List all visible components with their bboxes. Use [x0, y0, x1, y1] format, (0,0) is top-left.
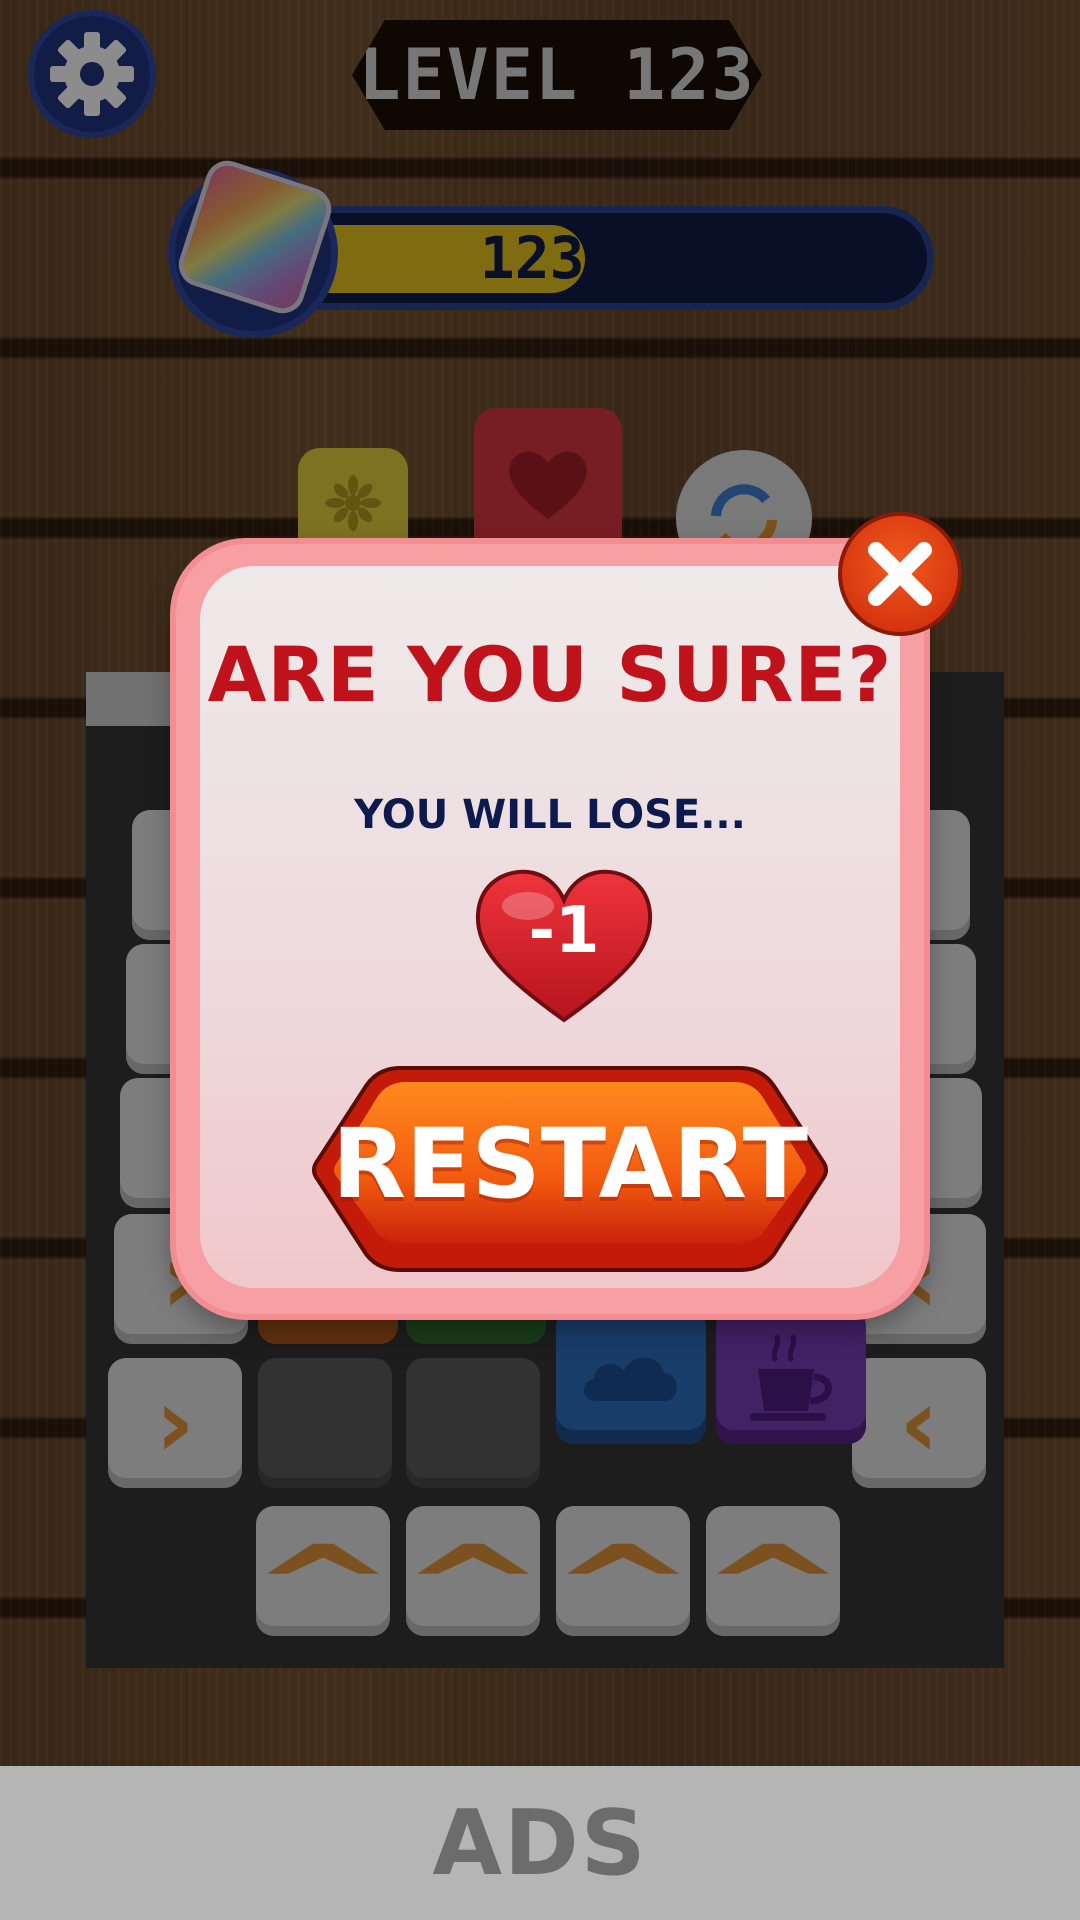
confirm-dialog: ARE YOU SURE? YOU WILL LOSE... -1 RESTAR… — [176, 544, 924, 1314]
restart-label: RESTART — [331, 1108, 809, 1220]
dialog-panel: ARE YOU SURE? YOU WILL LOSE... -1 RESTAR… — [200, 566, 900, 1288]
heart-value: -1 — [528, 894, 600, 968]
close-button[interactable] — [838, 512, 962, 636]
restart-button[interactable]: RESTART — [310, 1064, 830, 1274]
life-cost-heart: -1 — [472, 866, 656, 1026]
ads-banner[interactable]: ADS — [0, 1766, 1080, 1920]
dialog-subtitle: YOU WILL LOSE... — [354, 792, 746, 838]
ads-label: ADS — [432, 1790, 648, 1896]
dialog-title: ARE YOU SURE? — [207, 630, 893, 719]
close-x-icon — [868, 542, 932, 606]
